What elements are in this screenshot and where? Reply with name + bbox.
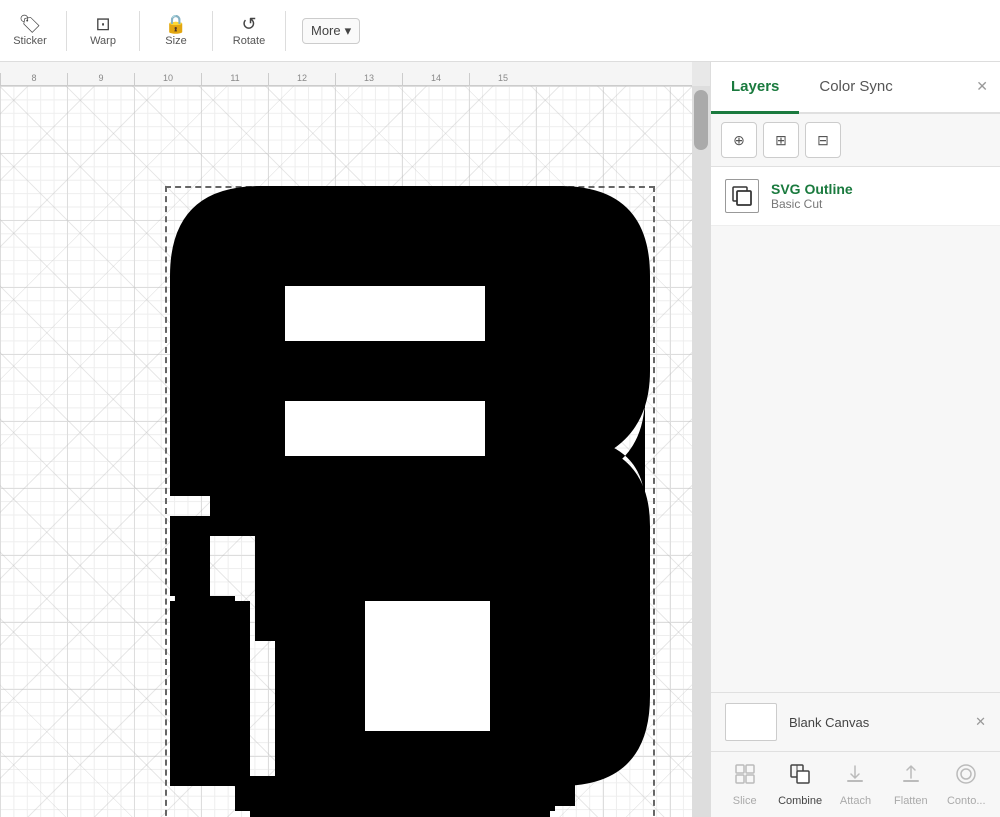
scrollbar-thumb[interactable] (694, 90, 708, 150)
more-arrow-icon: ▾ (345, 23, 352, 39)
ruler-mark-12: 12 (268, 73, 335, 85)
contour-icon (954, 762, 978, 792)
blank-canvas-item[interactable]: Blank Canvas ✕ (725, 703, 986, 741)
panel-tool-btn-3[interactable]: ⊟ (805, 122, 841, 158)
divider-4 (285, 11, 286, 51)
slice-icon (733, 762, 757, 792)
ruler-top-inner: 8 9 10 11 12 13 14 15 (0, 73, 692, 85)
top-toolbar: 🏷 Sticker ⊡ Warp 🔒 Size ↺ Rotate More ▾ (0, 0, 1000, 62)
warp-icon: ⊡ (95, 14, 110, 35)
canvas-grid[interactable] (0, 86, 692, 817)
attach-icon (843, 762, 867, 792)
tab-layers[interactable]: Layers (711, 62, 799, 114)
panel-tool-btn-1[interactable]: ⊕ (721, 122, 757, 158)
rotate-icon: ↺ (241, 14, 256, 35)
ruler-mark-14: 14 (402, 73, 469, 85)
sticker-label: Sticker (13, 35, 47, 47)
layer-item-info: SVG Outline Basic Cut (771, 181, 986, 211)
canvas-area[interactable]: 8 9 10 11 12 13 14 15 (0, 62, 710, 817)
blank-canvas-section: Blank Canvas ✕ (711, 692, 1000, 751)
ruler-mark-11: 11 (201, 73, 268, 85)
duplicate-layer-icon: ⊞ (775, 132, 787, 149)
layer-item-type: Basic Cut (771, 197, 986, 211)
size-label: Size (165, 35, 186, 47)
panel-tabs: Layers Color Sync ✕ (711, 62, 1000, 114)
main-area: 8 9 10 11 12 13 14 15 (0, 62, 1000, 817)
attach-label: Attach (840, 795, 871, 807)
contour-label: Conto... (947, 795, 986, 807)
add-layer-icon: ⊕ (733, 132, 745, 149)
size-tool[interactable]: 🔒 Size (156, 14, 196, 47)
panel-tool-btn-2[interactable]: ⊞ (763, 122, 799, 158)
size-icon: 🔒 (165, 14, 187, 35)
flatten-button[interactable]: Flatten (886, 762, 936, 807)
layer-item-name: SVG Outline (771, 181, 986, 197)
flatten-label: Flatten (894, 795, 928, 807)
combine-label: Combine (778, 795, 822, 807)
layer-item-icon (725, 179, 759, 213)
rotate-tool[interactable]: ↺ Rotate (229, 14, 269, 47)
combine-button[interactable]: Combine (775, 762, 825, 807)
divider-1 (66, 11, 67, 51)
more-button[interactable]: More ▾ (302, 18, 360, 44)
attach-button[interactable]: Attach (830, 762, 880, 807)
warp-label: Warp (90, 35, 116, 47)
slice-button[interactable]: Slice (720, 762, 770, 807)
divider-3 (212, 11, 213, 51)
slice-label: Slice (733, 795, 757, 807)
layer-item-svg-outline[interactable]: SVG Outline Basic Cut (711, 167, 1000, 226)
panel-close-button[interactable]: ✕ (964, 62, 1000, 112)
blank-canvas-thumb (725, 703, 777, 741)
flatten-icon (899, 762, 923, 792)
delete-layer-icon: ⊟ (817, 132, 829, 149)
divider-2 (139, 11, 140, 51)
sticker-icon: 🏷 (19, 14, 42, 35)
ruler-mark-13: 13 (335, 73, 402, 85)
ruler-mark-9: 9 (67, 73, 134, 85)
panel-toolbar: ⊕ ⊞ ⊟ (711, 114, 1000, 167)
combine-icon (788, 762, 812, 792)
ruler-top: 8 9 10 11 12 13 14 15 (0, 62, 692, 86)
sd-logo-main (160, 186, 650, 817)
blank-canvas-label: Blank Canvas (789, 715, 869, 730)
ruler-mark-10: 10 (134, 73, 201, 85)
blank-canvas-close-button[interactable]: ✕ (975, 714, 986, 730)
ruler-mark-15: 15 (469, 73, 536, 85)
panel-spacer (711, 226, 1000, 692)
right-panel: Layers Color Sync ✕ ⊕ ⊞ ⊟ (710, 62, 1000, 817)
contour-button[interactable]: Conto... (941, 762, 991, 807)
ruler-mark-8: 8 (0, 73, 67, 85)
tab-color-sync[interactable]: Color Sync (799, 62, 912, 114)
more-label: More (311, 23, 341, 38)
rotate-label: Rotate (233, 35, 265, 47)
panel-actions: Slice Combine (711, 751, 1000, 817)
scrollbar-right[interactable] (692, 86, 710, 817)
sticker-tool[interactable]: 🏷 Sticker (10, 14, 50, 47)
warp-tool[interactable]: ⊡ Warp (83, 14, 123, 47)
